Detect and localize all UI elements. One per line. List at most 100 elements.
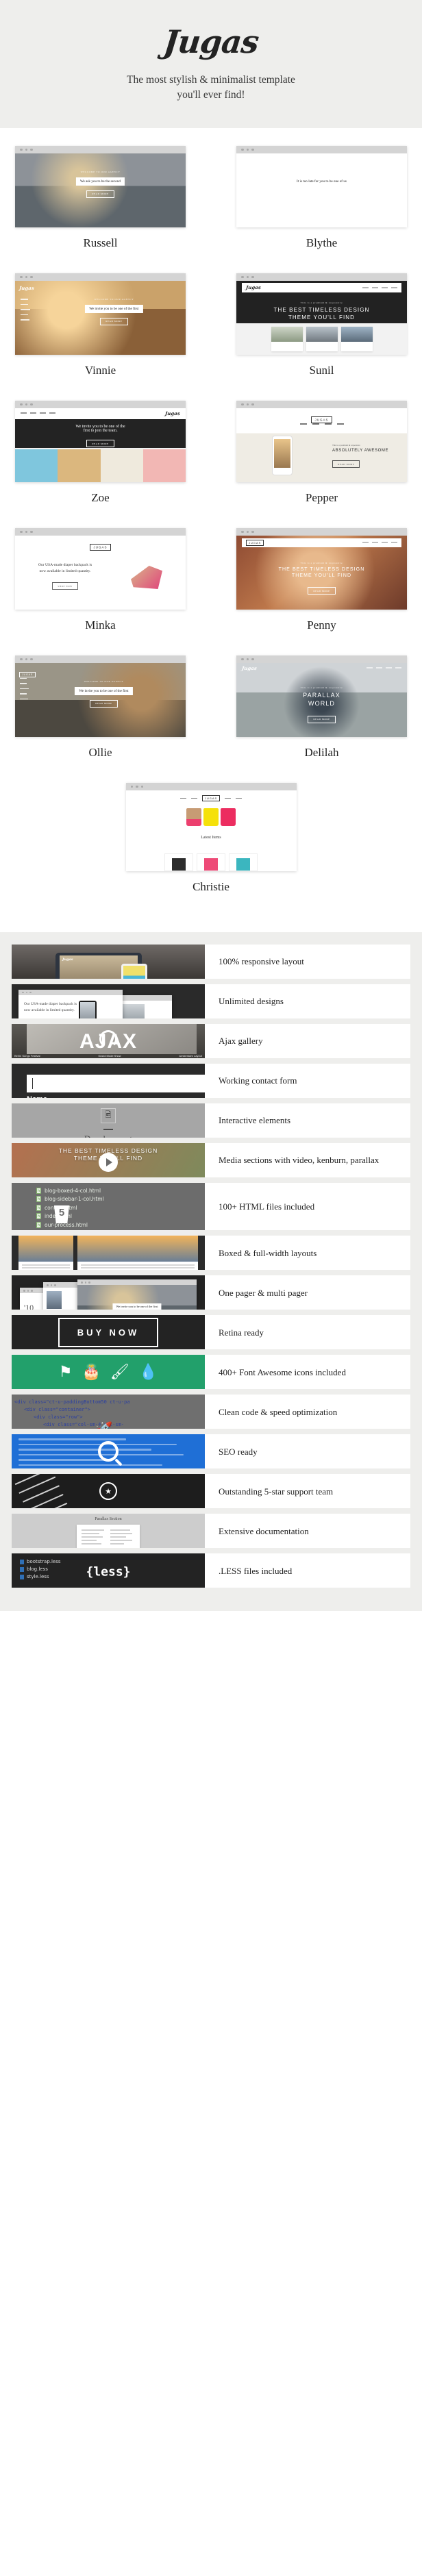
theme-row: WELCOME TO OUR AGENCY We ask you to be t…	[15, 145, 407, 273]
nav-link[interactable]	[21, 309, 30, 310]
theme-card-pepper[interactable]: JUGAS This is a premium & responsive ABS…	[236, 400, 407, 523]
hero-block: This is a premium & responsive PARALLAX …	[236, 686, 407, 723]
nav-link[interactable]	[20, 693, 27, 695]
window-dot	[25, 530, 27, 534]
theme-card-minka[interactable]: JUGAS Our USA-made diaper backpack is no…	[15, 527, 186, 650]
code-line: <div class="container">	[24, 1407, 90, 1413]
nav-link[interactable]	[21, 314, 28, 316]
post-card[interactable]	[306, 326, 338, 351]
nav-link[interactable]	[386, 667, 392, 669]
nav-link[interactable]	[336, 423, 344, 425]
product-card[interactable]	[197, 853, 225, 871]
product-bag[interactable]	[221, 808, 236, 826]
hero-button[interactable]: READ MORE	[308, 587, 336, 595]
nav-link[interactable]	[386, 158, 392, 160]
hero-button[interactable]: READ MORE	[86, 190, 114, 198]
nav-link[interactable]	[21, 303, 28, 305]
nav-link[interactable]	[21, 412, 27, 414]
eyedropper-icon: 💧	[138, 1363, 158, 1381]
nav-link[interactable]	[49, 412, 55, 414]
theme-card-christie[interactable]: JUGAS Latest Items Christie	[125, 782, 297, 894]
element-title: Development	[12, 1134, 205, 1138]
nav-link[interactable]	[324, 423, 332, 425]
window-dot	[25, 148, 27, 151]
nav-link[interactable]	[372, 542, 378, 544]
theme-card-vinnie[interactable]: Jugas WELCOME TO OUR AGENCY We invite yo…	[15, 273, 186, 395]
nav-link[interactable]	[382, 542, 388, 544]
less-file-list: bootstrap.less blog.less style.less	[20, 1559, 61, 1581]
nav-link[interactable]	[395, 158, 401, 160]
mini-navbar: Jugas	[15, 408, 186, 418]
nav-link[interactable]	[391, 286, 397, 288]
theme-name: Delilah	[304, 745, 339, 759]
hero-button[interactable]: READ MORE	[308, 190, 336, 198]
theme-card-zoe[interactable]: Jugas We invite you to be one of the fir…	[15, 400, 186, 523]
nav-link[interactable]	[382, 286, 388, 288]
nav-link[interactable]	[20, 698, 28, 700]
buy-now-button[interactable]: BUY NOW	[58, 1317, 159, 1347]
support-icon: ★	[99, 1482, 117, 1501]
hero-button[interactable]: READ MORE	[86, 440, 114, 448]
product-bag[interactable]	[186, 808, 201, 826]
browser-titlebar	[77, 1279, 197, 1286]
page-text	[77, 1262, 198, 1271]
nav-link[interactable]	[225, 797, 232, 799]
search-icon	[98, 1441, 119, 1462]
portfolio-tile[interactable]	[15, 449, 58, 482]
nav-link[interactable]	[20, 688, 29, 690]
file-row: h blog-boxed-4-col.html	[36, 1187, 205, 1194]
mini-logo-box: JUGAS	[15, 540, 186, 552]
nav-link[interactable]	[236, 797, 243, 799]
nav-link[interactable]	[20, 677, 27, 679]
nav-link[interactable]	[395, 667, 401, 669]
hero-button[interactable]: SHOP NOW	[52, 582, 78, 590]
nav-link[interactable]	[30, 412, 36, 414]
product-card[interactable]	[229, 853, 258, 871]
nav-link[interactable]	[21, 298, 28, 300]
hero-button[interactable]: READ MORE	[332, 460, 360, 468]
feature-label: Boxed & full-width layouts	[219, 1247, 317, 1258]
image-icon: 🖻	[101, 1108, 116, 1123]
nav-link[interactable]	[367, 158, 373, 160]
browser-frame: Jugas WELCOME TO OUR AGENCY We invite yo…	[15, 273, 186, 355]
post-card[interactable]	[340, 326, 373, 351]
nav-link[interactable]	[21, 319, 29, 321]
documentation-visual: Parallax Section	[12, 1514, 205, 1549]
doc-column	[110, 1529, 136, 1548]
product-card[interactable]	[164, 853, 193, 871]
nav-link[interactable]	[376, 667, 382, 669]
nav-link[interactable]	[362, 542, 369, 544]
nav-link[interactable]	[40, 412, 46, 414]
hero-button[interactable]: READ MORE	[90, 699, 118, 708]
nav-link[interactable]	[190, 797, 197, 799]
theme-screenshot: JUGAS This is a premium & responsive ABS…	[236, 408, 407, 482]
theme-screenshot: Jugas We invite you to be one of the fir…	[15, 408, 186, 482]
nav-link[interactable]	[20, 683, 27, 684]
hero-button[interactable]: READ MORE	[100, 317, 128, 325]
portfolio-tile[interactable]	[58, 449, 101, 482]
nav-link[interactable]	[312, 423, 319, 425]
theme-card-penny[interactable]: JUGAS This is a premium & responsive THE…	[236, 527, 407, 650]
nav-link[interactable]	[179, 797, 186, 799]
hero-button[interactable]: READ MORE	[308, 715, 336, 723]
theme-card-sunil[interactable]: Jugas This is a premium & responsive THE…	[236, 273, 407, 395]
theme-card-ollie[interactable]: JUGAS WELCOME TO OUR AGENCY We invite yo…	[15, 655, 186, 777]
nav-link[interactable]	[367, 667, 373, 669]
html-file-icon: h	[36, 1187, 41, 1194]
nav-link[interactable]	[362, 286, 369, 288]
nav-link[interactable]	[372, 286, 378, 288]
browser-frame: JUGAS Latest Items	[125, 782, 297, 871]
nav-link[interactable]	[299, 423, 307, 425]
theme-card-russell[interactable]: WELCOME TO OUR AGENCY We ask you to be t…	[15, 145, 186, 268]
theme-card-blythe[interactable]: Jugas WELCOME TO OUR AGENCY It is too la…	[236, 145, 407, 268]
hero-headline-2: THEME YOU'LL FIND	[288, 314, 356, 321]
nav-link[interactable]	[376, 158, 382, 160]
theme-card-delilah[interactable]: Jugas This is a premium & responsive PAR…	[236, 655, 407, 777]
nav-link[interactable]	[391, 542, 397, 544]
portfolio-tile[interactable]	[142, 449, 186, 482]
name-input[interactable]	[27, 1074, 205, 1092]
product-bag[interactable]	[203, 808, 219, 826]
post-card[interactable]	[271, 326, 303, 351]
play-icon[interactable]	[99, 1152, 118, 1172]
portfolio-tile[interactable]	[100, 449, 143, 482]
